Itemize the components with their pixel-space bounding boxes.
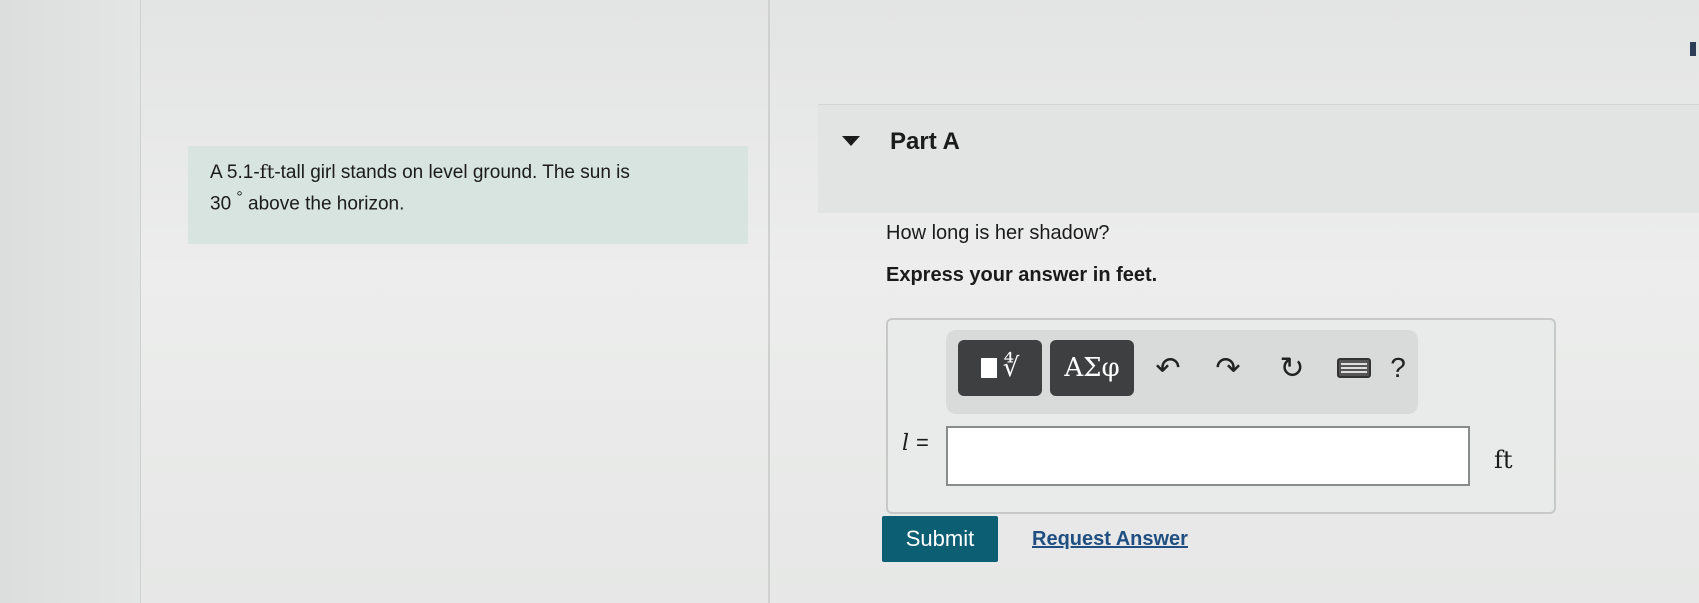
math-toolbar: ∜ ΑΣφ ↶ ↷ ↻ ? — [946, 330, 1418, 414]
variable-symbol: l — [902, 431, 910, 456]
degree-symbol: ° — [236, 189, 243, 206]
answer-input[interactable] — [946, 426, 1470, 486]
template-square-icon — [980, 358, 997, 378]
undo-icon[interactable]: ↶ — [1144, 344, 1192, 392]
keyboard-icon[interactable] — [1330, 344, 1378, 392]
part-title[interactable]: Part A — [890, 128, 960, 156]
reset-icon[interactable]: ↻ — [1268, 344, 1316, 392]
problem-unit: ft — [259, 161, 275, 183]
answer-instructions: Express your answer in feet. — [886, 264, 1158, 286]
template-root-icon: ∜ — [1002, 353, 1020, 383]
collapse-triangle-icon[interactable] — [842, 136, 860, 146]
column-divider — [768, 0, 770, 603]
equals-sign: = — [916, 430, 929, 455]
unit-label: ft — [1494, 446, 1513, 474]
help-icon[interactable]: ? — [1374, 344, 1422, 392]
problem-text-prefix: A 5.1- — [210, 162, 260, 183]
angle-value: 30 — [210, 193, 232, 215]
problem-statement: A 5.1-ft-tall girl stands on level groun… — [188, 146, 748, 244]
question-text: How long is her shadow? — [886, 222, 1110, 244]
templates-button[interactable]: ∜ — [958, 340, 1042, 396]
problem-text-suffix: -tall girl stands on level ground. The s… — [274, 162, 630, 183]
part-header[interactable] — [818, 104, 1699, 213]
request-answer-link[interactable]: Request Answer — [1032, 528, 1188, 551]
scroll-edge-marker — [1690, 42, 1696, 56]
submit-button[interactable]: Submit — [882, 516, 998, 562]
page-margin-left — [0, 0, 141, 603]
symbols-button[interactable]: ΑΣφ — [1050, 340, 1134, 396]
angle-suffix: above the horizon. — [248, 193, 405, 215]
variable-label: l = — [902, 430, 929, 456]
redo-icon[interactable]: ↷ — [1204, 344, 1252, 392]
